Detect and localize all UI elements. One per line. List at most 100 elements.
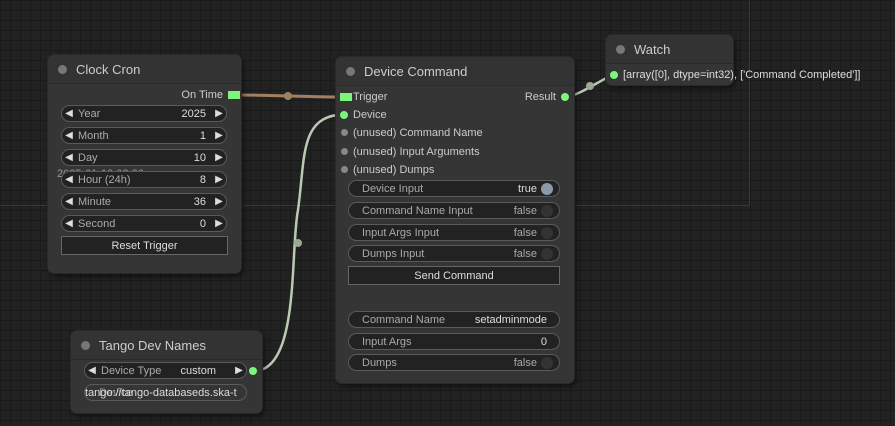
day-widget[interactable]: ◀ Day 10 ▶ [61, 149, 227, 166]
toggle-knob-icon [541, 226, 553, 239]
widget-label: Dumps [362, 356, 397, 369]
command-name-field[interactable]: Command Name setadminmode [348, 311, 560, 328]
widget-value: 2025 [181, 107, 206, 120]
widget-label: Command Name Input [362, 204, 473, 217]
widget-value: 0 [199, 217, 206, 230]
widget-label: Input Args [362, 335, 412, 348]
input-command-name-slot[interactable] [341, 129, 348, 136]
clock-cron-node[interactable]: Clock Cron On Time ◀ Year 2025 ▶ ◀ Month… [48, 55, 241, 273]
hour-widget[interactable]: ◀ Hour (24h) 8 ▶ [61, 171, 227, 188]
widget-value: 0 [540, 335, 547, 348]
increment-arrow-icon[interactable]: ▶ [212, 108, 226, 119]
node-header[interactable]: Device Command [336, 57, 574, 86]
link-midpoint [294, 239, 302, 247]
widget-value: false [513, 247, 537, 260]
input-device-slot[interactable] [340, 111, 348, 119]
toggle-knob-icon [541, 204, 553, 217]
dumps-input-toggle[interactable]: Dumps Input false [348, 245, 560, 262]
toggle-knob-icon [541, 182, 553, 195]
widget-value: setadminmode [474, 313, 547, 326]
output-on-time-label: On Time [181, 89, 223, 101]
input-device-label: Device [353, 109, 387, 121]
input-dumps-label: (unused) Dumps [353, 164, 435, 176]
widget-label: Second [78, 217, 116, 230]
month-widget[interactable]: ◀ Month 1 ▶ [61, 127, 227, 144]
increment-arrow-icon[interactable]: ▶ [212, 196, 226, 207]
device-command-node[interactable]: Device Command Trigger Result Device (un… [336, 57, 574, 383]
minute-widget[interactable]: ◀ Minute 36 ▶ [61, 193, 227, 210]
node-title: Clock Cron [76, 61, 141, 77]
input-args-field[interactable]: Input Args 0 [348, 333, 560, 350]
increment-arrow-icon[interactable]: ▶ [212, 130, 226, 141]
widget-label: Month [78, 129, 109, 142]
link-midpoint [586, 82, 594, 90]
collapse-dot-icon[interactable] [616, 44, 625, 54]
node-title: Device Command [364, 63, 468, 79]
increment-arrow-icon[interactable]: ▶ [212, 218, 226, 229]
widget-label: Command Name [362, 313, 446, 326]
input-args-input-toggle[interactable]: Input Args Input false [348, 224, 560, 241]
input-watch-slot[interactable] [610, 71, 618, 79]
input-input-arguments-slot[interactable] [341, 148, 348, 155]
widget-label: Device Input [362, 182, 424, 195]
widget-value: 8 [199, 173, 206, 186]
widget-label: Minute [78, 195, 112, 208]
toggle-knob-icon [541, 356, 553, 369]
widget-label: Hour (24h) [78, 173, 131, 186]
collapse-dot-icon[interactable] [58, 64, 67, 74]
tango-dev-names-node[interactable]: Tango Dev Names ◀ Device Type custom ▶ D… [71, 331, 262, 413]
input-input-arguments-label: (unused) Input Arguments [353, 146, 480, 158]
node-title: Tango Dev Names [99, 337, 206, 353]
watch-node[interactable]: Watch [array([0], dtype=int32), ['Comman… [606, 35, 860, 85]
widget-value: 1 [199, 129, 206, 142]
increment-arrow-icon[interactable]: ▶ [232, 365, 246, 376]
output-device-slot[interactable] [249, 367, 257, 375]
widget-label: Input Args Input [362, 226, 440, 239]
device-type-combo[interactable]: ◀ Device Type custom ▶ [84, 362, 247, 379]
input-dumps-slot[interactable] [341, 166, 348, 173]
widget-value: 36 [193, 195, 206, 208]
widget-value: 10 [193, 151, 206, 164]
widget-value: false [513, 356, 537, 369]
output-result-label: Result [524, 91, 556, 103]
link-midpoint [284, 92, 292, 100]
widget-label: Year [78, 107, 101, 120]
input-trigger-slot[interactable] [340, 93, 352, 101]
decrement-arrow-icon[interactable]: ◀ [62, 152, 76, 163]
command-name-input-toggle[interactable]: Command Name Input false [348, 202, 560, 219]
widget-value: false [513, 204, 537, 217]
node-header[interactable]: Tango Dev Names [71, 331, 262, 360]
device-input-toggle[interactable]: Device Input true [348, 180, 560, 197]
collapse-dot-icon[interactable] [81, 340, 90, 350]
increment-arrow-icon[interactable]: ▶ [212, 174, 226, 185]
input-command-name-label: (unused) Command Name [353, 127, 483, 139]
widget-label: Device Type [101, 364, 162, 377]
output-result-slot[interactable] [561, 93, 569, 101]
device-name-field[interactable]: tango://tango-databaseds.ska-t [84, 384, 247, 401]
widget-label: Day [78, 151, 98, 164]
reset-trigger-button[interactable]: Reset Trigger [61, 236, 228, 255]
node-header[interactable]: Watch [606, 35, 733, 64]
widget-value: custom [180, 364, 216, 377]
decrement-arrow-icon[interactable]: ◀ [62, 218, 76, 229]
dumps-toggle[interactable]: Dumps false [348, 354, 560, 371]
send-command-button[interactable]: Send Command [348, 266, 560, 285]
decrement-arrow-icon[interactable]: ◀ [62, 196, 76, 207]
widget-value: true [518, 182, 537, 195]
widget-label: Dumps Input [362, 247, 425, 260]
output-on-time-slot[interactable] [228, 91, 240, 99]
year-widget[interactable]: ◀ Year 2025 ▶ [61, 105, 227, 122]
watch-value: [array([0], dtype=int32), ['Command Comp… [623, 69, 861, 81]
second-widget[interactable]: ◀ Second 0 ▶ [61, 215, 227, 232]
node-header[interactable]: Clock Cron [48, 55, 241, 84]
decrement-arrow-icon[interactable]: ◀ [62, 108, 76, 119]
node-title: Watch [634, 41, 671, 57]
input-trigger-label: Trigger [353, 91, 388, 103]
collapse-dot-icon[interactable] [346, 66, 355, 76]
toggle-knob-icon [541, 247, 553, 260]
decrement-arrow-icon[interactable]: ◀ [85, 365, 99, 376]
decrement-arrow-icon[interactable]: ◀ [62, 174, 76, 185]
device-name-value: tango://tango-databaseds.ska-t [85, 386, 237, 399]
increment-arrow-icon[interactable]: ▶ [212, 152, 226, 163]
decrement-arrow-icon[interactable]: ◀ [62, 130, 76, 141]
